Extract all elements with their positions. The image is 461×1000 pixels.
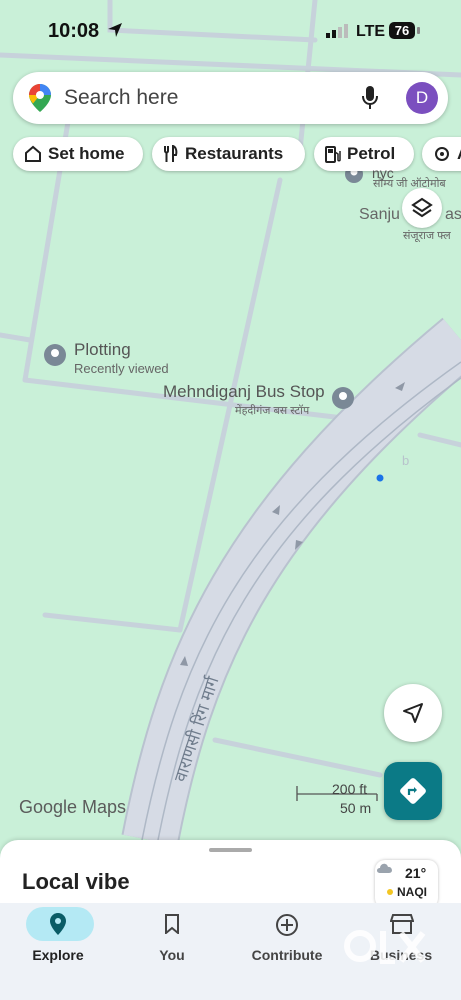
chip-label: Restaurants — [185, 144, 284, 163]
directions-icon — [400, 778, 426, 804]
network-label: LTE — [356, 23, 386, 40]
layers-icon — [411, 197, 433, 218]
battery-tip — [417, 27, 420, 34]
svg-text:b: b — [402, 453, 409, 468]
aqi-label: NAQI — [397, 885, 427, 899]
chip-restaurants[interactable]: Restaurants — [152, 137, 305, 171]
nav-label: Explore — [32, 947, 84, 963]
add-circle-icon — [276, 914, 298, 936]
location-arrow-icon — [108, 23, 122, 37]
chip-attractions[interactable]: A — [422, 137, 461, 171]
place-label-sanju-suffix: as — [445, 206, 461, 223]
search-bar[interactable]: Search here D — [13, 72, 448, 124]
clock: 10:08 — [48, 20, 100, 42]
fuel-icon — [325, 146, 341, 163]
nav-explore[interactable]: Explore — [3, 903, 113, 1000]
sheet-title: Local vibe — [22, 869, 130, 894]
chip-label: A — [457, 144, 461, 164]
nav-label: Contribute — [251, 947, 323, 963]
status-bar: 10:08 LTE 76 — [0, 0, 461, 62]
weather-temp: 21° — [405, 865, 427, 881]
place-label-sanju-native: संजूराज फ्ल — [403, 230, 451, 242]
weather-widget[interactable]: 21° NAQI — [375, 860, 438, 908]
directions-button[interactable] — [384, 762, 442, 820]
layers-button[interactable] — [402, 188, 442, 228]
nav-you[interactable]: You — [117, 903, 227, 1000]
cloud-icon — [377, 863, 392, 873]
place-label-bus-stop[interactable]: Mehndiganj Bus Stop — [163, 382, 325, 402]
bookmark-icon — [165, 914, 179, 934]
sheet-drag-handle[interactable] — [209, 848, 252, 852]
place-label-saumya-native: सौम्य जी ऑटोमोब — [373, 178, 446, 190]
explore-pin-icon — [50, 913, 66, 935]
place-label-plotting[interactable]: Plotting — [74, 340, 131, 360]
nav-label: You — [159, 947, 185, 963]
battery-icon: 76 — [389, 22, 415, 39]
place-sub-plotting: Recently viewed — [74, 361, 169, 376]
olx-watermark — [344, 930, 426, 964]
microphone-icon[interactable] — [361, 85, 379, 111]
attraction-icon — [435, 147, 449, 161]
plotting-pin — [44, 344, 66, 366]
home-icon — [25, 145, 41, 162]
signal-icon — [326, 24, 348, 38]
chip-petrol[interactable]: Petrol — [314, 137, 414, 171]
nav-contribute[interactable]: Contribute — [232, 903, 342, 1000]
scale-ft-label: 200 ft — [332, 781, 368, 797]
account-avatar[interactable]: D — [406, 82, 438, 114]
chip-label: Set home — [48, 144, 125, 163]
scale-m-label: 50 m — [340, 800, 372, 816]
navigation-arrow-icon — [403, 703, 423, 723]
chip-label: Petrol — [347, 144, 396, 163]
bottom-sheet[interactable]: Local vibe 21° NAQI — [0, 840, 461, 910]
place-label-bus-stop-native: मेंहदीगंज बस स्टॉप — [235, 405, 310, 417]
search-input[interactable]: Search here — [64, 86, 178, 110]
google-maps-pin-icon — [29, 84, 51, 112]
aqi-dot — [387, 889, 393, 895]
restaurant-icon — [164, 145, 178, 162]
my-location-button[interactable] — [384, 684, 442, 742]
place-label-sanju[interactable]: Sanju — [359, 206, 400, 224]
chip-set-home[interactable]: Set home — [13, 137, 143, 171]
google-maps-attribution: Google Maps — [19, 797, 127, 817]
